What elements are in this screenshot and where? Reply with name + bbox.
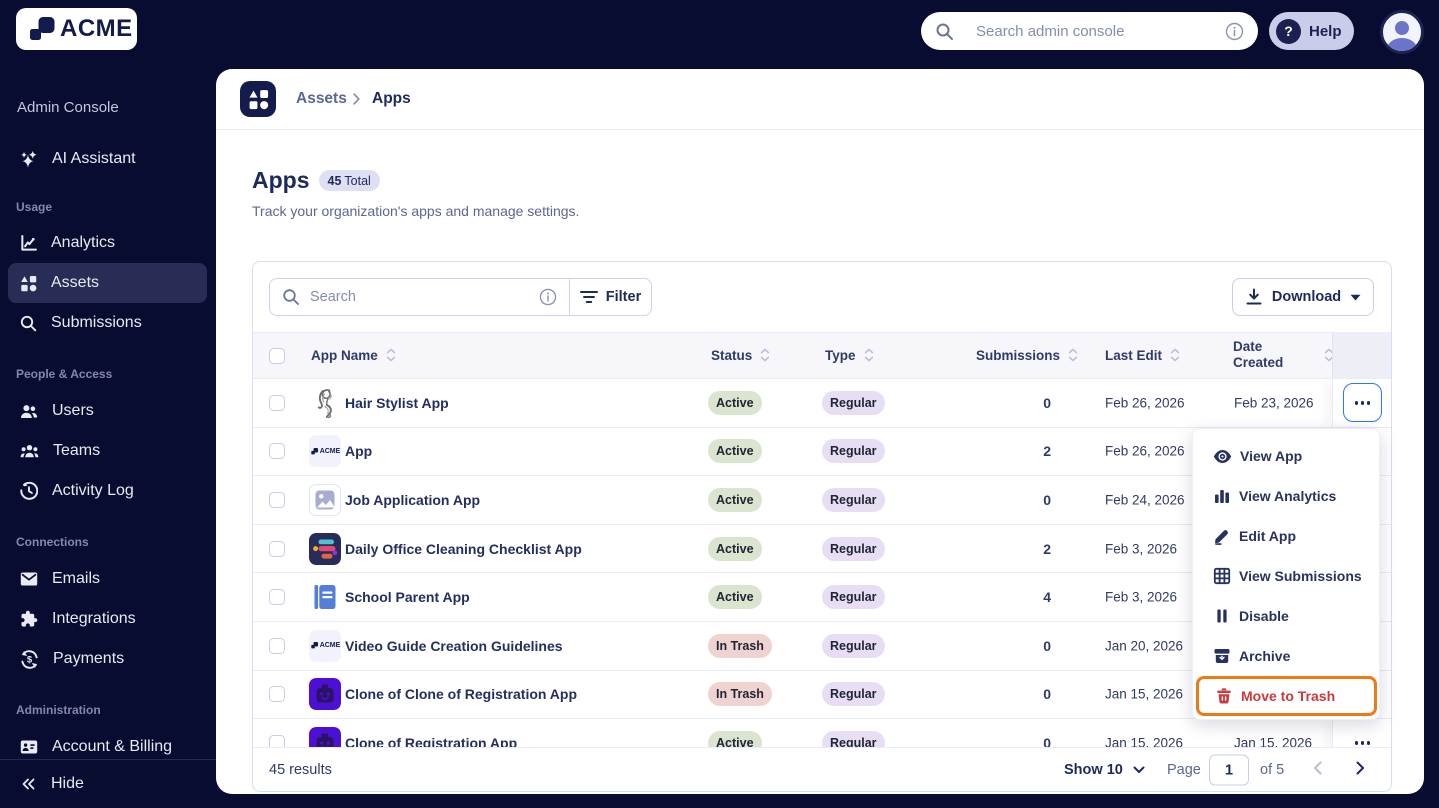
svg-text:$: $ — [27, 654, 33, 665]
